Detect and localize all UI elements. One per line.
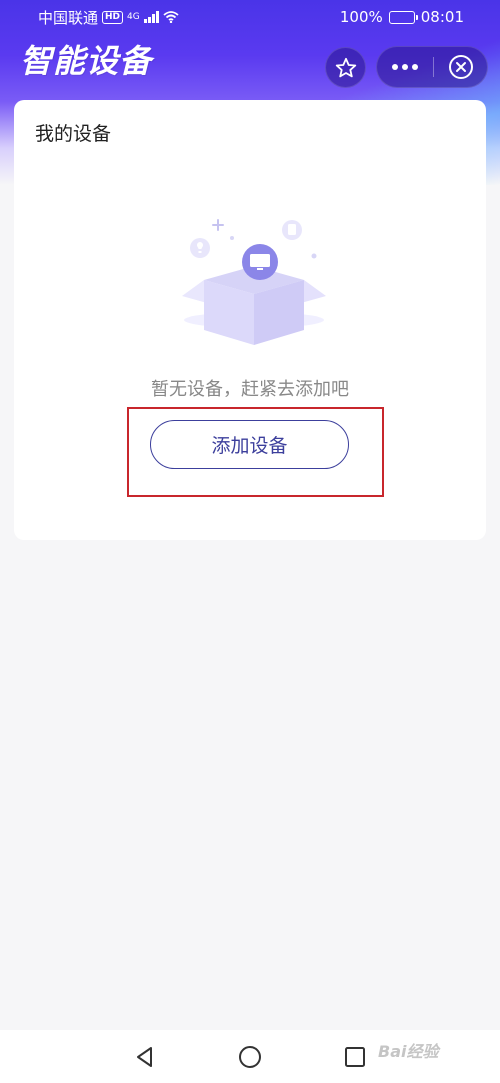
close-button[interactable]: [434, 47, 487, 87]
recents-square-icon: [345, 1046, 366, 1067]
app-title: 智能设备: [20, 42, 153, 80]
close-circle-icon: [448, 55, 473, 79]
battery-icon: [388, 10, 418, 24]
back-triangle-icon: [136, 1046, 152, 1067]
add-device-button[interactable]: 添加设备: [150, 420, 349, 469]
wifi-icon: [163, 11, 179, 23]
mini-program-capsule: [376, 46, 488, 88]
carrier-label: 中国联通: [38, 8, 99, 27]
back-button[interactable]: [125, 1037, 165, 1077]
card-title: 我的设备: [35, 123, 112, 145]
home-circle-icon: [238, 1045, 261, 1068]
network-type-label: 4G: [127, 12, 140, 22]
clock: 08:01: [420, 8, 464, 26]
more-dots-icon: [392, 64, 418, 70]
my-devices-card: 我的设备 暂无设备，赶紧去添加吧 添加设备: [14, 100, 486, 540]
empty-state-message: 暂无设备，赶紧去添加吧: [151, 379, 349, 400]
status-bar: 中国联通 HD 4G 100% 08:01: [0, 0, 500, 34]
signal-icon: [143, 11, 159, 23]
star-icon: [335, 57, 356, 77]
home-button[interactable]: [230, 1037, 270, 1077]
watermark: Bai经验: [378, 1042, 439, 1061]
battery-percent: 100%: [339, 8, 383, 26]
recents-button[interactable]: [335, 1037, 375, 1077]
empty-box-illustration: [182, 219, 326, 345]
favorite-button[interactable]: [325, 47, 366, 88]
more-button[interactable]: [377, 47, 433, 87]
hd-badge: HD: [102, 10, 124, 24]
